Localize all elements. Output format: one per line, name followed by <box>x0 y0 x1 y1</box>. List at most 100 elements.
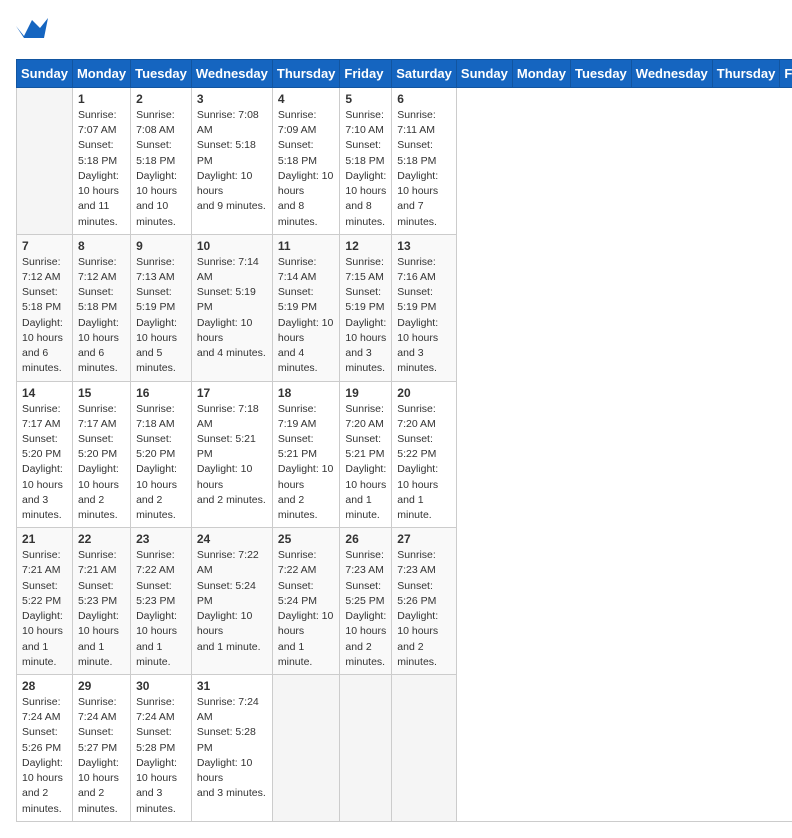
calendar-cell: 16 Sunrise: 7:18 AMSunset: 5:20 PMDayligh… <box>131 381 192 528</box>
day-info: Sunrise: 7:22 AMSunset: 5:24 PMDaylight:… <box>197 548 267 655</box>
day-info: Sunrise: 7:18 AMSunset: 5:20 PMDaylight:… <box>136 402 186 524</box>
day-number: 11 <box>278 239 335 253</box>
day-number: 7 <box>22 239 67 253</box>
day-info: Sunrise: 7:20 AMSunset: 5:21 PMDaylight:… <box>345 402 386 524</box>
calendar-cell: 6Sunrise: 7:11 AMSunset: 5:18 PMDaylight… <box>392 88 457 235</box>
header-monday: Monday <box>72 60 130 88</box>
day-number: 29 <box>78 679 125 693</box>
day-info: Sunrise: 7:24 AMSunset: 5:28 PMDaylight:… <box>197 695 267 802</box>
day-number: 5 <box>345 92 386 106</box>
col-header-monday: Monday <box>512 60 570 88</box>
day-info: Sunrise: 7:12 AMSunset: 5:18 PMDaylight:… <box>78 255 125 377</box>
day-number: 18 <box>278 386 335 400</box>
calendar-cell <box>340 675 392 822</box>
header-saturday: Saturday <box>392 60 457 88</box>
calendar-cell: 9Sunrise: 7:13 AMSunset: 5:19 PMDaylight… <box>131 234 192 381</box>
calendar-cell: 24 Sunrise: 7:22 AMSunset: 5:24 PMDayligh… <box>191 528 272 675</box>
day-number: 3 <box>197 92 267 106</box>
day-info: Sunrise: 7:08 AMSunset: 5:18 PMDaylight:… <box>136 108 186 230</box>
col-header-thursday: Thursday <box>712 60 780 88</box>
day-info: Sunrise: 7:22 AMSunset: 5:24 PMDaylight:… <box>278 548 335 670</box>
day-number: 24 <box>197 532 267 546</box>
day-number: 1 <box>78 92 125 106</box>
calendar-table: SundayMondayTuesdayWednesdayThursdayFrid… <box>16 59 792 822</box>
day-info: Sunrise: 7:15 AMSunset: 5:19 PMDaylight:… <box>345 255 386 377</box>
day-info: Sunrise: 7:08 AMSunset: 5:18 PMDaylight:… <box>197 108 267 215</box>
day-info: Sunrise: 7:23 AMSunset: 5:25 PMDaylight:… <box>345 548 386 670</box>
calendar-cell: 19 Sunrise: 7:20 AMSunset: 5:21 PMDayligh… <box>340 381 392 528</box>
calendar-cell: 4 Sunrise: 7:09 AMSunset: 5:18 PMDaylight… <box>272 88 340 235</box>
logo-icon <box>16 16 48 51</box>
col-header-friday: Friday <box>780 60 792 88</box>
col-header-sunday: Sunday <box>456 60 512 88</box>
day-number: 4 <box>278 92 335 106</box>
day-info: Sunrise: 7:14 AMSunset: 5:19 PMDaylight:… <box>197 255 267 362</box>
day-number: 19 <box>345 386 386 400</box>
day-info: Sunrise: 7:17 AMSunset: 5:20 PMDaylight:… <box>22 402 67 524</box>
calendar-week-row: 7 Sunrise: 7:12 AMSunset: 5:18 PMDaylight… <box>17 234 792 381</box>
day-number: 15 <box>78 386 125 400</box>
calendar-cell: 14 Sunrise: 7:17 AMSunset: 5:20 PMDayligh… <box>17 381 73 528</box>
day-number: 14 <box>22 386 67 400</box>
calendar-week-row: 14 Sunrise: 7:17 AMSunset: 5:20 PMDayligh… <box>17 381 792 528</box>
day-info: Sunrise: 7:21 AMSunset: 5:22 PMDaylight:… <box>22 548 67 670</box>
calendar-cell: 28 Sunrise: 7:24 AMSunset: 5:26 PMDayligh… <box>17 675 73 822</box>
calendar-cell: 22 Sunrise: 7:21 AMSunset: 5:23 PMDayligh… <box>72 528 130 675</box>
calendar-cell <box>17 88 73 235</box>
calendar-cell: 29Sunrise: 7:24 AMSunset: 5:27 PMDayligh… <box>72 675 130 822</box>
calendar-cell: 12 Sunrise: 7:15 AMSunset: 5:19 PMDayligh… <box>340 234 392 381</box>
calendar-week-row: 21 Sunrise: 7:21 AMSunset: 5:22 PMDayligh… <box>17 528 792 675</box>
day-number: 9 <box>136 239 186 253</box>
day-number: 8 <box>78 239 125 253</box>
day-info: Sunrise: 7:24 AMSunset: 5:26 PMDaylight:… <box>22 695 67 817</box>
calendar-cell: 18 Sunrise: 7:19 AMSunset: 5:21 PMDayligh… <box>272 381 340 528</box>
calendar-cell: 2 Sunrise: 7:08 AMSunset: 5:18 PMDaylight… <box>131 88 192 235</box>
calendar-cell: 15 Sunrise: 7:17 AMSunset: 5:20 PMDayligh… <box>72 381 130 528</box>
day-number: 17 <box>197 386 267 400</box>
day-info: Sunrise: 7:24 AMSunset: 5:28 PMDaylight:… <box>136 695 186 817</box>
calendar-cell: 21 Sunrise: 7:21 AMSunset: 5:22 PMDayligh… <box>17 528 73 675</box>
day-info: Sunrise: 7:23 AMSunset: 5:26 PMDaylight:… <box>397 548 451 670</box>
calendar-cell: 1Sunrise: 7:07 AMSunset: 5:18 PMDaylight… <box>72 88 130 235</box>
header-sunday: Sunday <box>17 60 73 88</box>
col-header-wednesday: Wednesday <box>631 60 712 88</box>
calendar-cell: 31 Sunrise: 7:24 AMSunset: 5:28 PMDayligh… <box>191 675 272 822</box>
calendar-cell: 11 Sunrise: 7:14 AMSunset: 5:19 PMDayligh… <box>272 234 340 381</box>
day-number: 16 <box>136 386 186 400</box>
calendar-cell: 8 Sunrise: 7:12 AMSunset: 5:18 PMDaylight… <box>72 234 130 381</box>
calendar-header-row: SundayMondayTuesdayWednesdayThursdayFrid… <box>17 60 792 88</box>
day-number: 27 <box>397 532 451 546</box>
day-number: 25 <box>278 532 335 546</box>
calendar-week-row: 1Sunrise: 7:07 AMSunset: 5:18 PMDaylight… <box>17 88 792 235</box>
day-info: Sunrise: 7:14 AMSunset: 5:19 PMDaylight:… <box>278 255 335 377</box>
logo <box>16 16 50 51</box>
day-info: Sunrise: 7:19 AMSunset: 5:21 PMDaylight:… <box>278 402 335 524</box>
header-friday: Friday <box>340 60 392 88</box>
calendar-week-row: 28 Sunrise: 7:24 AMSunset: 5:26 PMDayligh… <box>17 675 792 822</box>
day-info: Sunrise: 7:12 AMSunset: 5:18 PMDaylight:… <box>22 255 67 377</box>
calendar-cell: 3 Sunrise: 7:08 AMSunset: 5:18 PMDaylight… <box>191 88 272 235</box>
day-number: 2 <box>136 92 186 106</box>
calendar-cell: 13Sunrise: 7:16 AMSunset: 5:19 PMDayligh… <box>392 234 457 381</box>
calendar-cell <box>272 675 340 822</box>
day-info: Sunrise: 7:09 AMSunset: 5:18 PMDaylight:… <box>278 108 335 230</box>
day-info: Sunrise: 7:22 AMSunset: 5:23 PMDaylight:… <box>136 548 186 670</box>
header-thursday: Thursday <box>272 60 340 88</box>
calendar-cell <box>392 675 457 822</box>
day-number: 31 <box>197 679 267 693</box>
day-number: 13 <box>397 239 451 253</box>
calendar-cell: 20Sunrise: 7:20 AMSunset: 5:22 PMDayligh… <box>392 381 457 528</box>
day-info: Sunrise: 7:21 AMSunset: 5:23 PMDaylight:… <box>78 548 125 670</box>
col-header-tuesday: Tuesday <box>571 60 632 88</box>
day-number: 21 <box>22 532 67 546</box>
day-number: 22 <box>78 532 125 546</box>
day-number: 30 <box>136 679 186 693</box>
header-tuesday: Tuesday <box>131 60 192 88</box>
day-number: 28 <box>22 679 67 693</box>
day-number: 12 <box>345 239 386 253</box>
day-info: Sunrise: 7:18 AMSunset: 5:21 PMDaylight:… <box>197 402 267 509</box>
calendar-cell: 7 Sunrise: 7:12 AMSunset: 5:18 PMDaylight… <box>17 234 73 381</box>
day-number: 23 <box>136 532 186 546</box>
day-info: Sunrise: 7:17 AMSunset: 5:20 PMDaylight:… <box>78 402 125 524</box>
day-number: 26 <box>345 532 386 546</box>
